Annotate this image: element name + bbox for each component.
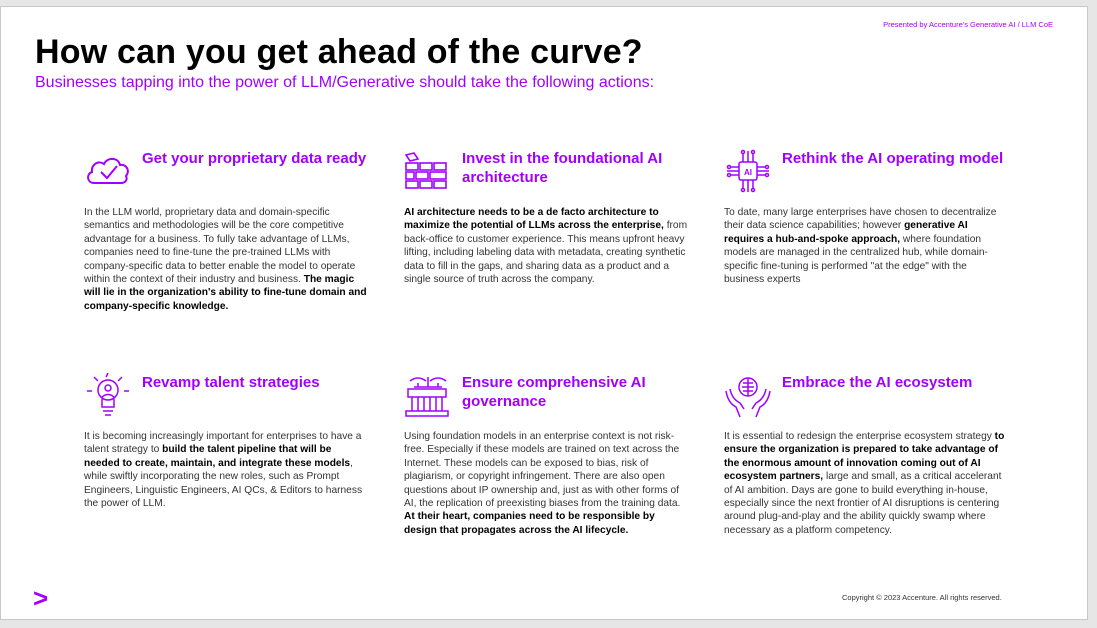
card-body-bold: AI architecture needs to be a de facto a…: [404, 207, 664, 232]
card-body: It is essential to redesign the enterpri…: [724, 430, 1008, 537]
card-body-text: Using foundation models in an enterprise…: [404, 431, 681, 510]
card-body: Using foundation models in an enterprise…: [404, 430, 688, 537]
card-heading: Embrace the AI ecosystem: [782, 374, 973, 391]
architecture-blocks-icon: [404, 149, 452, 195]
card-heading: Rethink the AI operating model: [782, 150, 1004, 167]
card-body-bold: At their heart, companies need to be res…: [404, 511, 655, 536]
svg-text:AI: AI: [744, 168, 752, 177]
card-body: It is becoming increasingly important fo…: [84, 430, 368, 510]
card-heading: Ensure comprehensive AI governance: [462, 374, 646, 410]
copyright-text: Copyright © 2023 Accenture. All rights r…: [842, 593, 1002, 602]
card-heading: Revamp talent strategies: [142, 374, 320, 391]
page-subtitle: Businesses tapping into the power of LLM…: [35, 74, 655, 91]
cloud-check-icon: [84, 149, 132, 195]
card-body-text: It is essential to redesign the enterpri…: [724, 431, 995, 442]
hands-brain-ecosystem-icon: [724, 373, 772, 419]
slide: Presented by Accenture's Generative AI /…: [0, 6, 1088, 620]
accenture-logo: >: [33, 583, 49, 613]
card-heading: Invest in the foundational AI architectu…: [462, 150, 663, 186]
card-heading: Get your proprietary data ready: [142, 150, 367, 167]
page-title: How can you get ahead of the curve?: [35, 33, 643, 71]
card-body: AI architecture needs to be a de facto a…: [404, 206, 688, 286]
talent-lightbulb-icon: [84, 372, 132, 419]
card-body: To date, many large enterprises have cho…: [724, 206, 1008, 286]
governance-building-icon: [404, 373, 452, 419]
card-body: In the LLM world, proprietary data and d…: [84, 206, 368, 313]
presented-by-label: Presented by Accenture's Generative AI /…: [883, 20, 1053, 29]
ai-chip-network-icon: AI: [724, 149, 772, 195]
